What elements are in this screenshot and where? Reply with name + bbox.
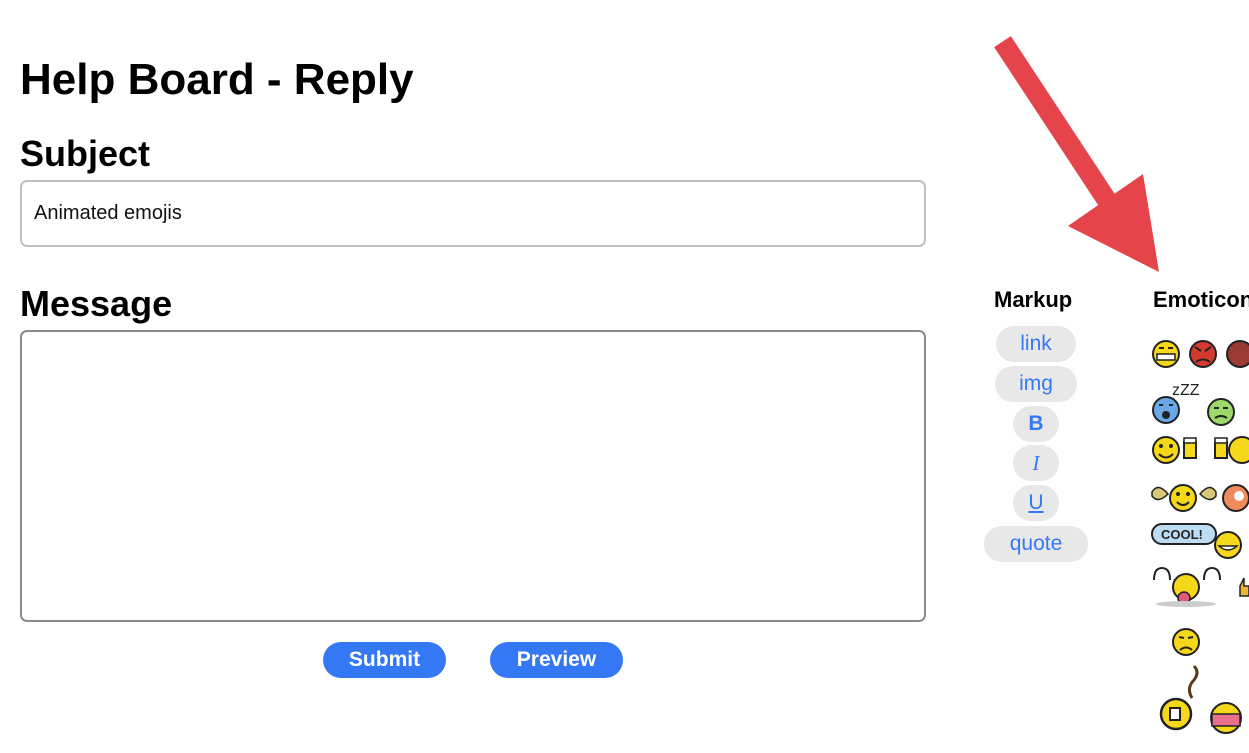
emoticons-grid: zZZ COOL! [1151, 340, 1249, 734]
red-arrow-icon [994, 36, 1159, 272]
zzz-text: zZZ [1172, 382, 1200, 399]
beer-cheers-emoticon[interactable] [1152, 436, 1249, 464]
sick-green-emoticon[interactable] [1207, 398, 1235, 426]
cool-speech-emoticon[interactable]: COOL! [1151, 523, 1242, 559]
grin-emoticon[interactable] [1152, 340, 1180, 368]
smoking-emoticon[interactable] [1159, 664, 1199, 731]
tongue-wave-emoticon[interactable] [1153, 566, 1221, 607]
thumbs-up-emoticon[interactable] [1239, 577, 1249, 597]
winged-smiley-emoticon[interactable] [1151, 484, 1217, 512]
devil-emoticon[interactable] [1226, 340, 1249, 368]
blushing-emoticon[interactable] [1210, 702, 1242, 734]
orange-emoticon[interactable] [1222, 484, 1249, 512]
page: Help Board - Reply Subject Message Submi… [0, 0, 1249, 753]
sleeping-blue-emoticon[interactable]: zZZ [1152, 382, 1200, 424]
cool-text: COOL! [1161, 527, 1203, 542]
angry-red-emoticon[interactable] [1189, 340, 1217, 368]
worried-emoticon[interactable] [1172, 628, 1200, 656]
